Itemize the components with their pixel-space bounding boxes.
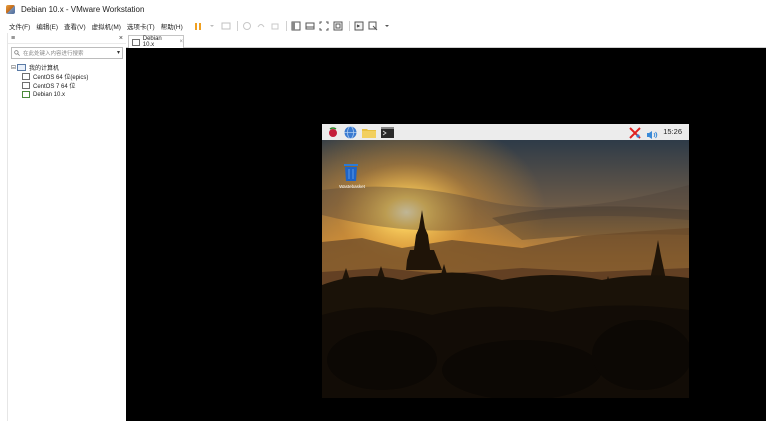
menu-bar: 文件(F) 编辑(E) 查看(V) 虚拟机(M) 选项卡(T) 帮助(H) xyxy=(0,19,766,33)
desktop-wallpaper: Wastebasket xyxy=(322,140,689,398)
full-screen-icon[interactable] xyxy=(319,21,330,32)
pause-icon[interactable] xyxy=(193,21,204,32)
library-header: ≡ × xyxy=(8,33,126,44)
tab-debian[interactable]: Debian 10.x × xyxy=(128,35,184,48)
wastebasket-label: Wastebasket xyxy=(339,184,365,189)
tree-item-label: CentOS 7 64 位 xyxy=(33,84,76,90)
toolbar xyxy=(193,21,396,32)
tree-item-label: CentOS 64 位(epics) xyxy=(33,75,89,81)
library-search-input[interactable]: 在此处键入内容进行搜索 ▾ xyxy=(11,47,123,59)
revert-snapshot-icon[interactable] xyxy=(256,21,267,32)
menu-edit[interactable]: 编辑(E) xyxy=(36,21,58,31)
window-title: Debian 10.x - VMware Workstation xyxy=(21,5,145,14)
vmware-app-icon xyxy=(6,5,15,14)
tree-item-label: Debian 10.x xyxy=(33,91,66,98)
menu-help[interactable]: 帮助(H) xyxy=(161,21,183,31)
menu-tabs[interactable]: 选项卡(T) xyxy=(127,21,155,31)
dropdown-arrow-icon[interactable] xyxy=(207,21,218,32)
tree-item-vm[interactable]: CentOS 7 64 位 xyxy=(8,81,126,90)
vm-running-icon xyxy=(22,91,30,98)
tree-root-label: 我的计算机 xyxy=(29,66,60,72)
tree-item-vm[interactable]: CentOS 64 位(epics) xyxy=(8,72,126,81)
snapshot-manager-icon[interactable] xyxy=(270,21,281,32)
menu-file[interactable]: 文件(F) xyxy=(9,21,30,31)
tree-item-vm[interactable]: Debian 10.x xyxy=(8,90,126,99)
snapshot-icon[interactable] xyxy=(242,21,253,32)
chevron-down-icon[interactable]: ▾ xyxy=(117,49,120,56)
library-close-icon[interactable]: × xyxy=(119,35,123,42)
unity-icon[interactable] xyxy=(333,21,344,32)
vm-console[interactable]: 15:26 Wastebasket xyxy=(126,48,766,421)
toolbar-divider xyxy=(348,21,350,31)
dropdown-arrow-icon[interactable] xyxy=(382,21,393,32)
show-library-icon[interactable] xyxy=(291,21,302,32)
file-manager-icon[interactable] xyxy=(362,127,376,138)
guest-screen[interactable]: 15:26 Wastebasket xyxy=(322,124,689,398)
toolbar-divider xyxy=(285,21,287,31)
send-ctrl-alt-del-icon[interactable] xyxy=(221,21,232,32)
raspberry-menu-icon[interactable] xyxy=(327,126,339,138)
toolbar-divider xyxy=(236,21,238,31)
menu-view[interactable]: 查看(V) xyxy=(64,21,86,31)
tree-root[interactable]: ⊟ 我的计算机 xyxy=(8,63,126,72)
vm-icon xyxy=(22,82,30,89)
vm-tab-icon xyxy=(132,38,140,46)
guest-taskbar: 15:26 xyxy=(322,124,689,140)
computer-icon xyxy=(17,64,26,71)
tab-bar: Debian 10.x × xyxy=(126,33,766,48)
thumbnail-bar-icon[interactable] xyxy=(305,21,316,32)
search-icon xyxy=(14,50,20,56)
stretch-view-icon[interactable] xyxy=(368,21,379,32)
library-menu-icon[interactable]: ≡ xyxy=(11,35,15,42)
terminal-icon[interactable] xyxy=(381,126,394,138)
console-view-icon[interactable] xyxy=(354,21,365,32)
window-titlebar: Debian 10.x - VMware Workstation xyxy=(0,0,766,19)
library-sidebar: ≡ × 在此处键入内容进行搜索 ▾ ⊟ 我的计算机 CentOS 64 位(ep… xyxy=(7,33,127,421)
search-placeholder: 在此处键入内容进行搜索 xyxy=(23,51,84,57)
menu-vm[interactable]: 虚拟机(M) xyxy=(92,21,121,31)
tab-close-icon[interactable]: × xyxy=(179,39,183,45)
vm-icon xyxy=(22,73,30,80)
sunset-temple-image xyxy=(322,140,689,398)
vm-tree: ⊟ 我的计算机 CentOS 64 位(epics) CentOS 7 64 位… xyxy=(8,63,126,99)
tab-label: Debian 10.x xyxy=(142,36,162,48)
web-browser-icon[interactable] xyxy=(344,125,357,139)
guest-clock: 15:26 xyxy=(663,127,682,136)
